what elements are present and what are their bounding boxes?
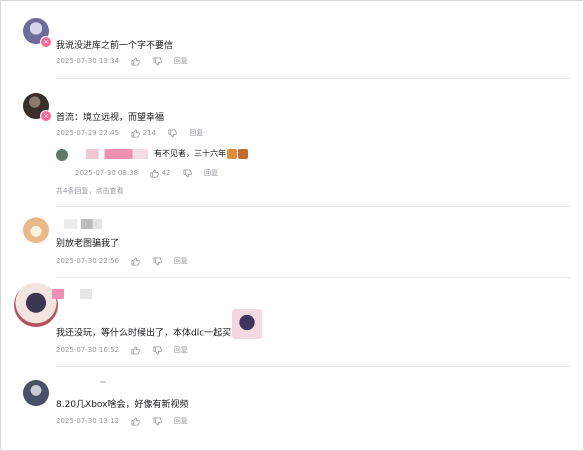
dislike-button[interactable] (153, 256, 162, 266)
separator (56, 78, 570, 79)
comment-meta: 2025-07-30 22:56 回复 (56, 256, 188, 266)
thumbs-up-icon (131, 345, 141, 355)
sticker (232, 309, 263, 339)
thumbs-down-icon (168, 128, 177, 138)
thumbs-down-icon (153, 256, 162, 266)
thumbs-up-icon (131, 56, 141, 66)
thumbs-up-icon (131, 128, 141, 138)
reply-count-text: 共4条回复， (56, 187, 96, 195)
comment-time: 2025-07-30 16:52 (56, 346, 120, 354)
like-count: 42 (161, 169, 171, 177)
comment-meta: 2025-07-30 13:34 回复 (56, 56, 188, 66)
reply-button[interactable]: 回复 (174, 56, 188, 66)
username[interactable] (100, 381, 106, 383)
avatar[interactable] (23, 380, 49, 406)
emoji (227, 148, 237, 159)
sub-reply-time: 2025-07-30 08:38 (75, 169, 139, 177)
reply-button[interactable]: 回复 (174, 256, 188, 266)
separator (56, 206, 570, 207)
like-button[interactable] (131, 345, 141, 355)
sub-reply-username[interactable] (86, 149, 148, 159)
comment-meta: 2025-07-30 13:12 回复 (56, 416, 188, 426)
like-button[interactable]: 42 (150, 168, 170, 178)
thumbs-up-icon (150, 168, 160, 178)
view-more-replies: 共4条回复，点击查看 (56, 186, 123, 196)
dislike-button[interactable] (168, 128, 177, 138)
comment-text: 别放老图骗我了 (56, 239, 120, 249)
like-count: 214 (142, 129, 156, 137)
thumbs-down-icon (183, 168, 192, 178)
comment-text: 8.20几Xbox啥会，好像有新视频 (56, 400, 189, 410)
reply-button[interactable]: 回复 (174, 345, 188, 355)
like-button[interactable] (131, 56, 141, 66)
comment-time: 2025-07-29 22:45 (56, 129, 120, 137)
dislike-button[interactable] (153, 345, 162, 355)
level-badge: × (40, 110, 52, 122)
comment-text: 我还没玩，等什么时候出了，本体dlc一起买 (56, 309, 263, 340)
sub-reply-meta: 2025-07-30 08:38 42 回复 (75, 168, 218, 178)
like-button[interactable] (131, 256, 141, 266)
dislike-button[interactable] (183, 168, 192, 178)
comment-time: 2025-07-30 13:34 (56, 57, 120, 65)
emoji (238, 148, 248, 159)
separator (56, 277, 570, 278)
comment-text: 我说没进库之前一个字不要信 (56, 41, 174, 51)
comment-time: 2025-07-30 13:12 (56, 417, 120, 425)
separator (56, 366, 570, 367)
comment-text: 首流：境立远视，而望幸福 (56, 113, 165, 123)
reply-button[interactable]: 回复 (174, 416, 188, 426)
sub-reply-text: 有不见者，三十六年 (154, 148, 248, 160)
reply-button[interactable]: 回复 (204, 168, 218, 178)
like-button[interactable] (131, 416, 141, 426)
thumbs-down-icon (153, 56, 162, 66)
comment-meta: 2025-07-30 16:52 回复 (56, 345, 188, 355)
view-replies-link[interactable]: 点击查看 (95, 187, 123, 195)
thumbs-down-icon (153, 345, 162, 355)
username[interactable] (52, 289, 92, 299)
dislike-button[interactable] (153, 416, 162, 426)
comment-time: 2025-07-30 22:56 (56, 257, 120, 265)
avatar[interactable] (23, 217, 49, 243)
thumbs-up-icon (131, 416, 141, 426)
thumbs-up-icon (131, 256, 141, 266)
dislike-button[interactable] (153, 56, 162, 66)
sub-reply-avatar[interactable] (56, 149, 68, 161)
thumbs-down-icon (153, 416, 162, 426)
username[interactable] (64, 219, 102, 229)
reply-button[interactable]: 回复 (189, 128, 203, 138)
like-button[interactable]: 214 (131, 128, 156, 138)
comment-meta: 2025-07-29 22:45 214 回复 (56, 128, 203, 138)
level-badge: × (40, 36, 52, 48)
